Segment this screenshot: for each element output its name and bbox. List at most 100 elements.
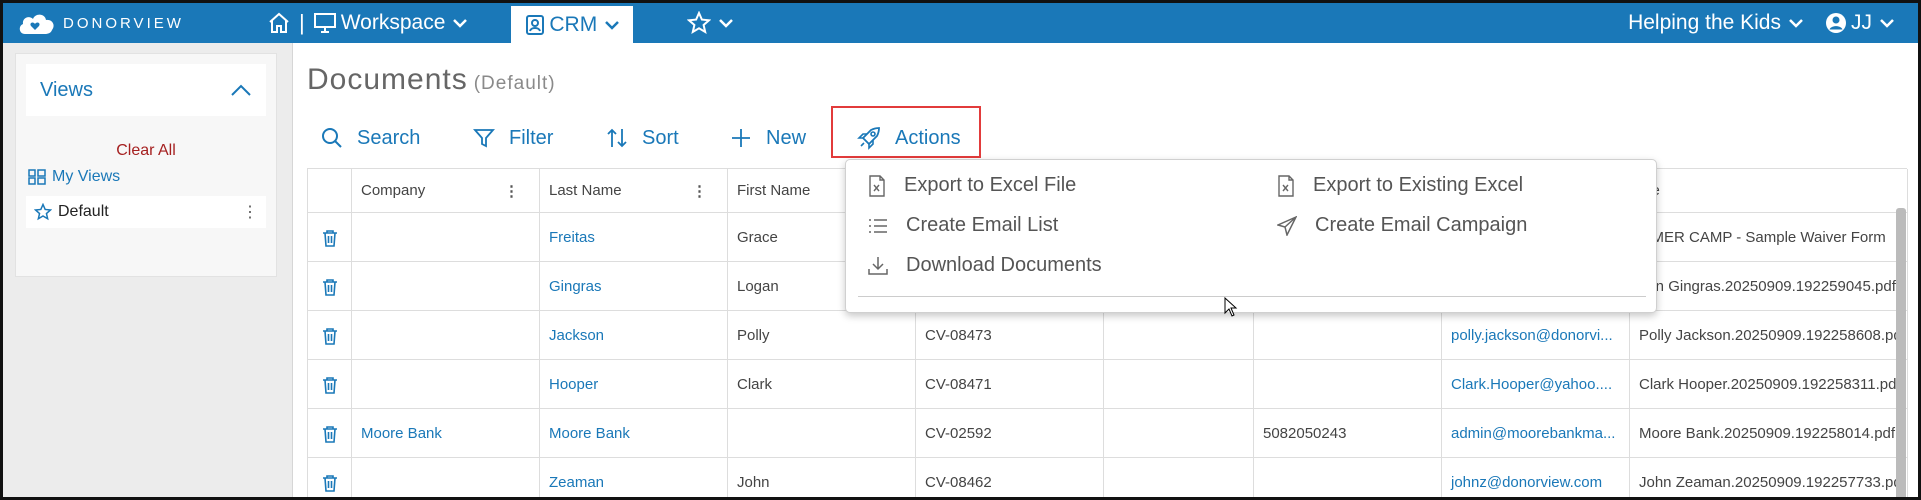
search-button[interactable]: Search <box>321 123 420 153</box>
cell-email[interactable]: polly.jackson@donorvi... <box>1442 311 1630 360</box>
view-item-default[interactable]: Default ⋮ <box>26 196 266 228</box>
menu-item-download-documents[interactable]: Download Documents <box>868 254 1102 277</box>
more-options-icon[interactable]: ⋮ <box>242 202 258 222</box>
my-views-label: My Views <box>52 168 121 185</box>
menu-item-create-email-list[interactable]: Create Email List <box>868 214 1058 237</box>
star-icon <box>34 203 52 221</box>
column-menu-icon[interactable]: ⋮ <box>504 182 519 200</box>
chevron-down-icon <box>1789 19 1803 28</box>
menu-item-create-email-campaign[interactable]: Create Email Campaign <box>1277 214 1527 237</box>
sidebar: Views Clear All My Views Default ⋮ ‹ <box>3 43 293 497</box>
new-button[interactable]: New <box>730 123 806 153</box>
cell-company[interactable]: Moore Bank <box>352 409 540 458</box>
sort-button[interactable]: Sort <box>606 123 679 153</box>
favorites-menu[interactable] <box>687 3 734 43</box>
crm-label: CRM <box>549 12 598 36</box>
cell-email[interactable]: johnz@donorview.com <box>1442 458 1630 497</box>
cell-empty <box>1104 409 1254 458</box>
search-label: Search <box>357 126 421 149</box>
column-menu-icon[interactable]: ⋮ <box>692 182 707 200</box>
cell-company[interactable] <box>352 213 540 262</box>
actions-dropdown-menu: Export to Excel File Export to Existing … <box>845 159 1657 313</box>
delete-row-button[interactable] <box>308 458 352 497</box>
crm-tab[interactable]: CRM <box>511 6 634 43</box>
views-header[interactable]: Views <box>26 64 266 116</box>
table-row[interactable]: Hooper Clark CV-08471 Clark.Hooper@yahoo… <box>308 360 1908 409</box>
cell-last-name[interactable]: Jackson <box>540 311 728 360</box>
header-file-name[interactable]: me <box>1630 169 1908 213</box>
menu-item-export-excel[interactable]: Export to Excel File <box>868 174 1076 197</box>
workspace-menu[interactable]: Workspace <box>313 3 468 43</box>
search-icon <box>322 128 342 148</box>
cell-company[interactable] <box>352 360 540 409</box>
cell-email[interactable]: admin@moorebankma... <box>1442 409 1630 458</box>
header-company-label: Company <box>361 182 426 199</box>
logo-text: DONORVIEW <box>63 14 184 32</box>
menu-divider <box>858 296 1646 297</box>
user-menu[interactable]: JJ <box>1825 3 1894 43</box>
table-row[interactable]: Moore Bank Moore Bank CV-02592 508205024… <box>308 409 1908 458</box>
organization-menu[interactable]: Helping the Kids <box>1628 3 1803 43</box>
chevron-up-icon[interactable] <box>230 83 252 97</box>
menu-item-label: Create Email List <box>906 214 1059 236</box>
cell-id: CV-08473 <box>916 311 1104 360</box>
cell-email[interactable]: Clark.Hooper@yahoo.... <box>1442 360 1630 409</box>
delete-row-button[interactable] <box>308 409 352 458</box>
cell-file-name: Clark Hooper.20250909.192258311.pdf <box>1630 360 1908 409</box>
menu-item-export-existing-excel[interactable]: Export to Existing Excel <box>1277 174 1523 197</box>
my-views-link[interactable]: My Views <box>28 168 120 186</box>
excel-file-icon <box>869 174 885 197</box>
cell-phone <box>1254 360 1442 409</box>
page-title-text: Documents <box>307 63 468 96</box>
trash-icon <box>322 376 337 394</box>
table-scrollbar[interactable] <box>1896 208 1906 497</box>
cell-company[interactable] <box>352 311 540 360</box>
download-icon <box>868 256 888 275</box>
cell-file-name: John Zeaman.20250909.192257733.pdf <box>1630 458 1908 497</box>
workspace-label: Workspace <box>340 11 446 34</box>
header-company[interactable]: Company ⋮ <box>352 169 540 213</box>
page-title: Documents (Default) <box>307 63 556 97</box>
delete-row-button[interactable] <box>308 360 352 409</box>
grid-list-icon <box>28 169 46 185</box>
home-icon <box>269 12 289 33</box>
table-row[interactable]: Zeaman John CV-08462 johnz@donorview.com… <box>308 458 1908 497</box>
header-last-name[interactable]: Last Name ⋮ <box>540 169 728 213</box>
filter-icon <box>473 129 495 148</box>
cell-id: CV-08471 <box>916 360 1104 409</box>
cell-last-name[interactable]: Zeaman <box>540 458 728 497</box>
cell-file-name: Moore Bank.20250909.192258014.pdf <box>1630 409 1908 458</box>
table-row[interactable]: Jackson Polly CV-08473 polly.jackson@don… <box>308 311 1908 360</box>
plus-icon <box>732 129 750 147</box>
chevron-down-icon <box>605 20 620 30</box>
chevron-down-icon <box>1880 19 1894 28</box>
new-label: New <box>766 126 807 149</box>
chevron-down-icon <box>719 19 734 28</box>
cell-company[interactable] <box>352 262 540 311</box>
sort-label: Sort <box>642 126 679 149</box>
cell-last-name[interactable]: Hooper <box>540 360 728 409</box>
header-actions-column <box>308 169 352 213</box>
organization-label: Helping the Kids <box>1628 11 1781 34</box>
views-panel: Views Clear All My Views Default ⋮ <box>15 53 277 277</box>
delete-row-button[interactable] <box>308 262 352 311</box>
cell-last-name[interactable]: Freitas <box>540 213 728 262</box>
trash-icon <box>322 425 337 443</box>
home-button[interactable] <box>267 3 291 43</box>
star-icon <box>687 11 712 35</box>
delete-row-button[interactable] <box>308 213 352 262</box>
cell-last-name[interactable]: Gingras <box>540 262 728 311</box>
clear-all-button[interactable]: Clear All <box>16 142 276 160</box>
cell-first-name: Polly <box>728 311 916 360</box>
cell-company[interactable] <box>352 458 540 497</box>
cell-file-name: gan Gingras.20250909.192259045.pdf <box>1630 262 1908 311</box>
cell-last-name[interactable]: Moore Bank <box>540 409 728 458</box>
app-window: DONORVIEW | Workspace CRM Helping the Ki… <box>0 0 1921 500</box>
donorview-logo[interactable]: DONORVIEW <box>17 10 257 36</box>
cell-file-name: MMER CAMP - Sample Waiver Form <box>1630 213 1908 262</box>
filter-button[interactable]: Filter <box>473 123 553 153</box>
delete-row-button[interactable] <box>308 311 352 360</box>
list-icon <box>869 218 887 233</box>
trash-icon <box>322 278 337 296</box>
menu-item-label: Export to Excel File <box>904 174 1077 196</box>
